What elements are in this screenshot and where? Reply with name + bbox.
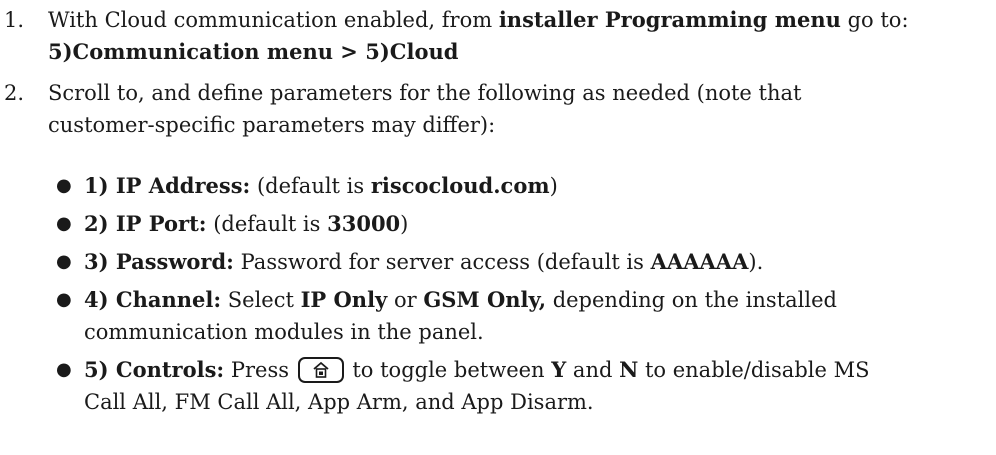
param-label: 3) Password: — [84, 249, 234, 274]
param-text: Call All, FM Call All, App Arm, and App … — [84, 390, 594, 414]
param-text: ) — [549, 174, 558, 198]
instructions-page: 1. With Cloud communication enabled, fro… — [0, 0, 996, 455]
param-text: and — [566, 358, 620, 382]
step-text: With Cloud communication enabled, from i… — [48, 4, 988, 68]
param-label: 1) IP Address: — [84, 173, 251, 198]
param-text: Password for server access (default is — [233, 250, 651, 274]
param-value: GSM Only, — [423, 287, 547, 312]
bullet-icon: ● — [56, 359, 72, 380]
param-text: or — [387, 288, 424, 312]
bullet-icon: ● — [56, 289, 72, 310]
step-number: 2. — [4, 81, 25, 105]
list-item: ● 2) IP Port: (default is 33000) — [48, 208, 988, 240]
list-item: ● 3) Password: Password for server acces… — [48, 246, 988, 278]
param-text: ) — [400, 212, 409, 236]
bullet-icon: ● — [56, 175, 72, 196]
param-value: 33000 — [327, 211, 401, 236]
param-text: to enable/disable MS — [638, 358, 870, 382]
step-text: Scroll to, and define parameters for the… — [48, 77, 988, 141]
param-text: depending on the installed — [546, 288, 837, 312]
step-text-line: customer-specific parameters may differ)… — [48, 113, 496, 137]
param-label: 4) Channel: — [84, 287, 222, 312]
param-text: (default is — [206, 212, 328, 236]
step-text-part: go to: — [840, 8, 909, 32]
param-label: 5) Controls: — [84, 357, 225, 382]
menu-name: installer Programming menu — [498, 7, 841, 32]
menu-path: 5)Communication menu > 5)Cloud — [48, 39, 459, 64]
param-text: Select — [221, 288, 301, 312]
param-value: IP Only — [300, 287, 388, 312]
param-value: AAAAAA — [650, 249, 749, 274]
parameter-list: ● 1) IP Address: (default is riscocloud.… — [48, 170, 988, 418]
step-text-part: With Cloud communication enabled, from — [48, 8, 499, 32]
param-value: Y — [551, 357, 567, 382]
home-key-icon — [297, 357, 344, 383]
param-text: communication modules in the panel. — [84, 320, 484, 344]
bullet-icon: ● — [56, 251, 72, 272]
bullet-icon: ● — [56, 213, 72, 234]
list-item: ● 5) Controls: Press to toggle between Y… — [48, 354, 988, 418]
list-item: ● 1) IP Address: (default is riscocloud.… — [48, 170, 988, 202]
list-item: ● 4) Channel: Select IP Only or GSM Only… — [48, 284, 988, 348]
step-text-line: Scroll to, and define parameters for the… — [48, 81, 802, 105]
param-text: ). — [748, 250, 764, 274]
param-label: 2) IP Port: — [84, 211, 207, 236]
param-text: to toggle between — [345, 358, 552, 382]
param-text: Press — [224, 358, 296, 382]
param-value: N — [619, 357, 639, 382]
param-text: (default is — [250, 174, 371, 198]
step-number: 1. — [4, 8, 25, 32]
param-value: riscocloud.com — [370, 173, 550, 198]
home-lock-icon — [313, 361, 329, 378]
